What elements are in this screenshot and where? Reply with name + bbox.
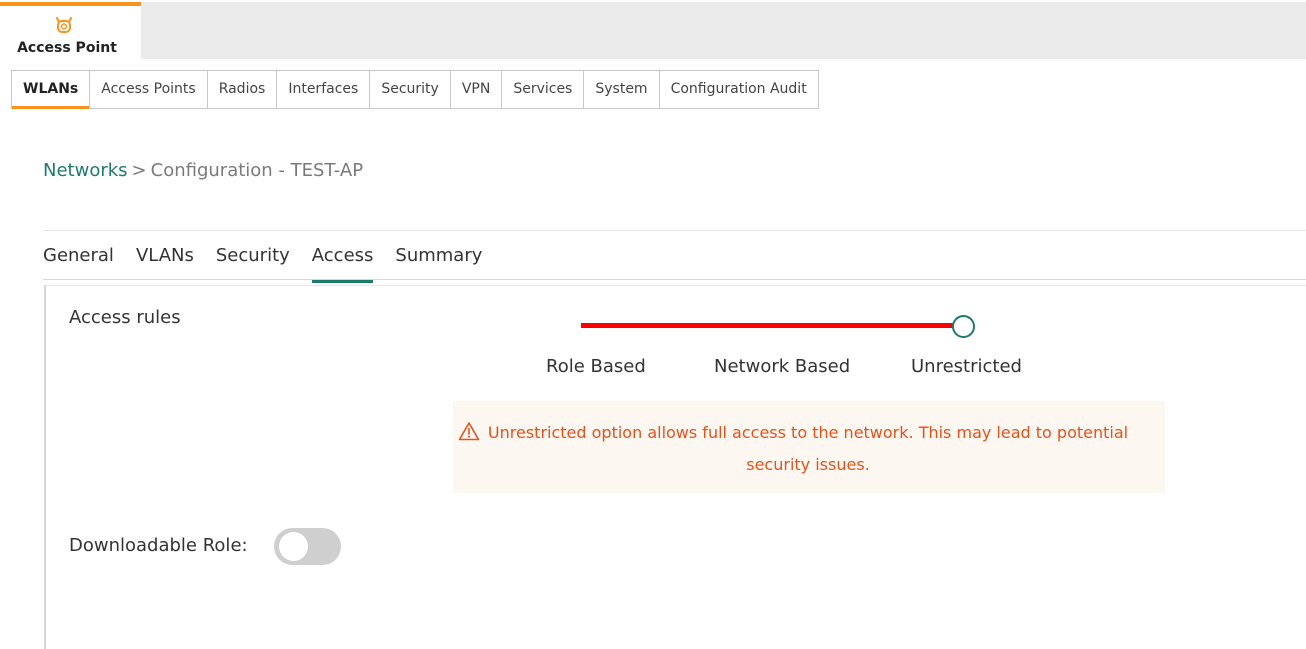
- tab-access[interactable]: Access: [311, 245, 373, 283]
- nav-item-security[interactable]: Security: [370, 71, 451, 108]
- nav-item-configuration-audit[interactable]: Configuration Audit: [660, 71, 818, 108]
- option-unrestricted[interactable]: Unrestricted: [911, 356, 1022, 377]
- breadcrumb-current: Configuration - TEST-AP: [150, 160, 364, 181]
- tab-general[interactable]: General: [43, 245, 114, 278]
- downloadable-role-toggle[interactable]: [274, 528, 341, 565]
- nav-item-services[interactable]: Services: [502, 71, 585, 108]
- nav-item-wlans[interactable]: WLANs: [12, 71, 91, 109]
- nav-item-access-points[interactable]: Access Points: [90, 71, 208, 108]
- app-title: Access Point: [17, 40, 117, 56]
- primary-nav: WLANs Access Points Radios Interfaces Se…: [11, 70, 819, 109]
- nav-item-interfaces[interactable]: Interfaces: [277, 71, 371, 108]
- option-role-based[interactable]: Role Based: [546, 356, 646, 377]
- top-bar: Access Point: [0, 2, 1306, 59]
- access-slider-track[interactable]: [581, 323, 953, 328]
- warning-triangle-icon: [458, 422, 480, 441]
- breadcrumb: Networks > Configuration - TEST-AP: [43, 160, 363, 181]
- warning-message: Unrestricted option allows full access t…: [487, 423, 1129, 474]
- access-slider-handle[interactable]: [952, 315, 975, 338]
- nav-item-vpn[interactable]: VPN: [451, 71, 503, 108]
- downloadable-role-label: Downloadable Role:: [69, 535, 248, 556]
- warning-banner: Unrestricted option allows full access t…: [453, 401, 1165, 493]
- page: Access Point WLANs Access Points Radios …: [0, 0, 1306, 649]
- option-network-based[interactable]: Network Based: [714, 356, 850, 377]
- access-point-icon: [56, 17, 72, 33]
- app-tab[interactable]: Access Point: [0, 2, 141, 59]
- access-rules-label: Access rules: [69, 307, 181, 328]
- tab-security[interactable]: Security: [216, 245, 290, 278]
- tab-summary[interactable]: Summary: [395, 245, 482, 278]
- breadcrumb-separator: >: [131, 160, 147, 181]
- breadcrumb-networks-link[interactable]: Networks: [43, 160, 128, 181]
- toggle-knob: [279, 532, 308, 561]
- nav-item-system[interactable]: System: [584, 71, 660, 108]
- nav-item-radios[interactable]: Radios: [208, 71, 278, 108]
- subtab-bar: General VLANs Security Access Summary: [43, 230, 1306, 283]
- tab-vlans[interactable]: VLANs: [136, 245, 194, 278]
